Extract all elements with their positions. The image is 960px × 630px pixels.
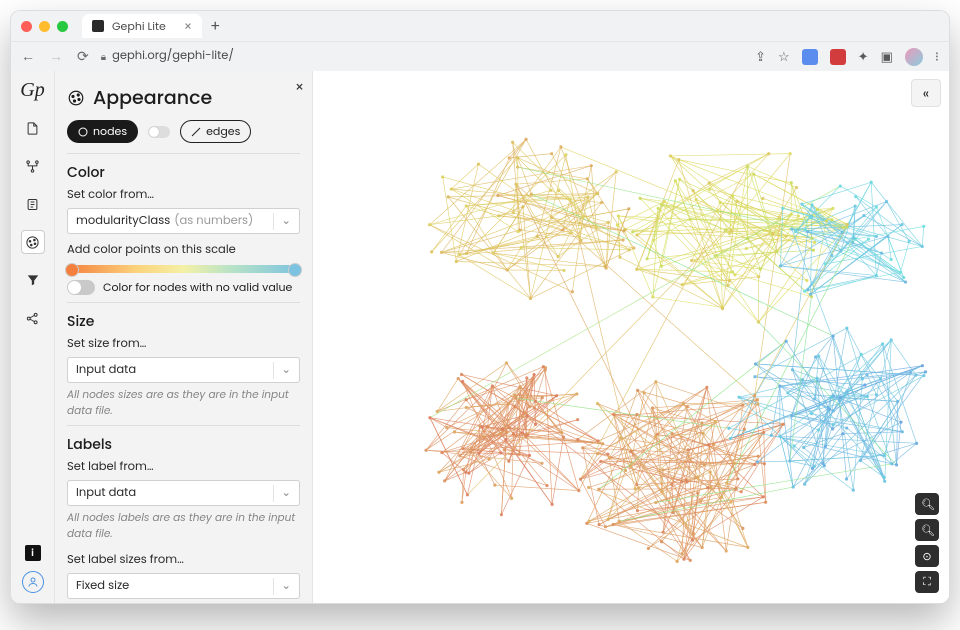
sidebar-rail: Gp i	[11, 71, 55, 603]
graph-canvas[interactable]: « 🔍︎ 🔍︎ ⊙ ⛶	[313, 71, 949, 603]
label-from-select[interactable]: Input data ⌄	[67, 480, 300, 506]
lock-icon: 🔒︎	[101, 49, 106, 65]
info-icon[interactable]: i	[25, 545, 41, 561]
entity-toggle[interactable]	[148, 126, 170, 138]
star-icon[interactable]: ☆	[778, 47, 790, 67]
labelsize-select-value: Fixed size	[76, 578, 129, 595]
tab-title: Gephi Lite	[112, 18, 166, 35]
browser-toolbar: ← → ⟳ 🔒︎ gephi.org/gephi-lite/ ⇪ ☆ ✦ ▣ ⁝	[11, 41, 949, 71]
back-icon[interactable]: ←	[21, 46, 35, 67]
label-select-value: Input data	[76, 485, 136, 502]
circle-icon	[78, 127, 88, 137]
color-scale[interactable]	[67, 265, 300, 273]
profile-avatar[interactable]	[905, 48, 923, 66]
appearance-panel: × Appearance nodes edges	[55, 71, 313, 603]
close-tab-icon[interactable]: ×	[184, 20, 192, 33]
color-from-label: Set color from…	[67, 187, 300, 204]
section-heading-size: Size	[67, 311, 300, 332]
section-size: Size Set size from… Input data ⌄ All nod…	[67, 311, 300, 419]
panel-title: Appearance	[67, 83, 300, 112]
extension-icon[interactable]	[802, 49, 818, 65]
user-icon[interactable]	[22, 571, 44, 593]
fallback-color-toggle[interactable]	[67, 280, 95, 295]
app-shell: Gp i × Appearance	[11, 71, 949, 603]
layers-icon[interactable]	[21, 192, 45, 216]
browser-titlebar: Gephi Lite × +	[11, 11, 949, 41]
section-labels: Labels Set label from… Input data ⌄ All …	[67, 434, 300, 603]
new-tab-button[interactable]: +	[210, 15, 220, 38]
panel-title-text: Appearance	[93, 83, 212, 112]
graph-svg	[313, 71, 949, 603]
label-from-label: Set label from…	[67, 459, 300, 476]
app-logo[interactable]: Gp	[20, 79, 44, 102]
close-window-button[interactable]	[21, 21, 32, 32]
fullscreen-button[interactable]: ⛶	[915, 571, 939, 593]
palette-icon	[67, 89, 85, 107]
color-select-value: modularityClass	[76, 213, 170, 229]
minimize-window-button[interactable]	[39, 21, 50, 32]
filter-icon[interactable]	[21, 268, 45, 292]
kebab-menu-icon[interactable]: ⁝	[935, 47, 939, 67]
forward-icon[interactable]: →	[49, 46, 63, 67]
section-heading-color: Color	[67, 162, 300, 183]
chevron-down-icon: ⌄	[273, 362, 291, 379]
sidepanel-icon[interactable]: ▣	[881, 47, 893, 67]
divider	[67, 425, 300, 426]
recenter-button[interactable]: ⊙	[915, 545, 939, 567]
tab-nodes[interactable]: nodes	[67, 120, 138, 143]
labelsize-from-select[interactable]: Fixed size ⌄	[67, 573, 300, 599]
reload-icon[interactable]: ⟳	[77, 46, 89, 67]
appearance-icon[interactable]	[21, 230, 45, 254]
size-from-select[interactable]: Input data ⌄	[67, 357, 300, 383]
extensions-menu-icon[interactable]: ✦	[858, 47, 869, 67]
tab-nodes-label: nodes	[93, 123, 127, 140]
tab-edges-label: edges	[206, 123, 240, 140]
url-text: gephi.org/gephi-lite/	[112, 48, 234, 65]
tab-edges[interactable]: edges	[180, 120, 251, 143]
size-from-label: Set size from…	[67, 336, 300, 353]
tab-favicon	[92, 20, 104, 32]
chevron-down-icon: ⌄	[273, 213, 291, 230]
zoom-controls: 🔍︎ 🔍︎ ⊙ ⛶	[915, 493, 939, 593]
fallback-color-label: Color for nodes with no valid value	[103, 279, 292, 296]
extension-icon[interactable]	[830, 49, 846, 65]
share-icon[interactable]	[21, 306, 45, 330]
window-controls[interactable]	[21, 21, 68, 32]
file-icon[interactable]	[21, 116, 45, 140]
zoom-out-button[interactable]: 🔍︎	[915, 519, 939, 541]
divider	[67, 302, 300, 303]
layout-icon[interactable]	[21, 154, 45, 178]
color-scale-label: Add color points on this scale	[67, 242, 300, 259]
size-select-value: Input data	[76, 362, 136, 379]
close-panel-icon[interactable]: ×	[295, 77, 304, 98]
divider	[67, 153, 300, 154]
label-helper-text: All nodes labels are as they are in the …	[67, 510, 300, 542]
labelsize-from-label: Set label sizes from…	[67, 552, 300, 569]
color-from-select[interactable]: modularityClass(as numbers) ⌄	[67, 208, 300, 234]
maximize-window-button[interactable]	[57, 21, 68, 32]
section-heading-labels: Labels	[67, 434, 300, 455]
zoom-in-button[interactable]: 🔍︎	[915, 493, 939, 515]
color-select-hint: (as numbers)	[174, 213, 253, 229]
line-icon	[191, 127, 201, 137]
chevron-down-icon: ⌄	[273, 485, 291, 502]
section-color: Color Set color from… modularityClass(as…	[67, 162, 300, 296]
entity-segmented-control: nodes edges	[67, 120, 300, 143]
browser-tab[interactable]: Gephi Lite ×	[82, 14, 202, 38]
size-helper-text: All nodes sizes are as they are in the i…	[67, 387, 300, 419]
chevron-down-icon: ⌄	[273, 578, 291, 595]
share-icon[interactable]: ⇪	[755, 47, 766, 67]
address-bar[interactable]: 🔒︎ gephi.org/gephi-lite/	[101, 48, 234, 65]
